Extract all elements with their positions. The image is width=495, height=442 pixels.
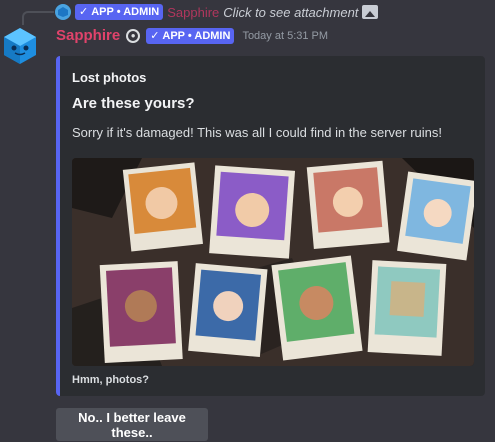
checkmark-icon: ✓	[79, 6, 89, 18]
reply-app-badge: ✓ APP • ADMIN	[75, 4, 164, 20]
reply-text[interactable]: Click to see attachment	[223, 5, 358, 20]
embed: Lost photos Are these yours? Sorry if it…	[56, 56, 485, 396]
embed-image[interactable]	[72, 158, 474, 366]
embed-title: Are these yours?	[72, 95, 195, 112]
embed-description: Sorry if it's damaged! This was all I co…	[72, 125, 443, 140]
message-header: Sapphire ● ✓ APP • ADMIN Today at 5:31 P…	[56, 27, 328, 44]
reply-avatar	[55, 4, 71, 20]
reply-author[interactable]: Sapphire	[167, 5, 219, 20]
timestamp[interactable]: Today at 5:31 PM	[242, 30, 328, 42]
embed-footer: Hmm, photos?	[72, 374, 149, 386]
image-icon	[362, 5, 379, 19]
leave-photos-button[interactable]: No.. I better leave these..	[56, 408, 208, 441]
embed-author: Lost photos	[72, 70, 147, 85]
bot-icon: ●	[126, 28, 141, 43]
author-name[interactable]: Sapphire	[56, 27, 120, 44]
reply-connector	[22, 11, 54, 25]
app-badge: ✓ APP • ADMIN	[146, 27, 235, 44]
checkmark-icon: ✓	[150, 29, 160, 42]
avatar[interactable]	[0, 26, 40, 66]
reply-preview[interactable]: ✓ APP • ADMIN Sapphire Click to see atta…	[55, 3, 379, 21]
